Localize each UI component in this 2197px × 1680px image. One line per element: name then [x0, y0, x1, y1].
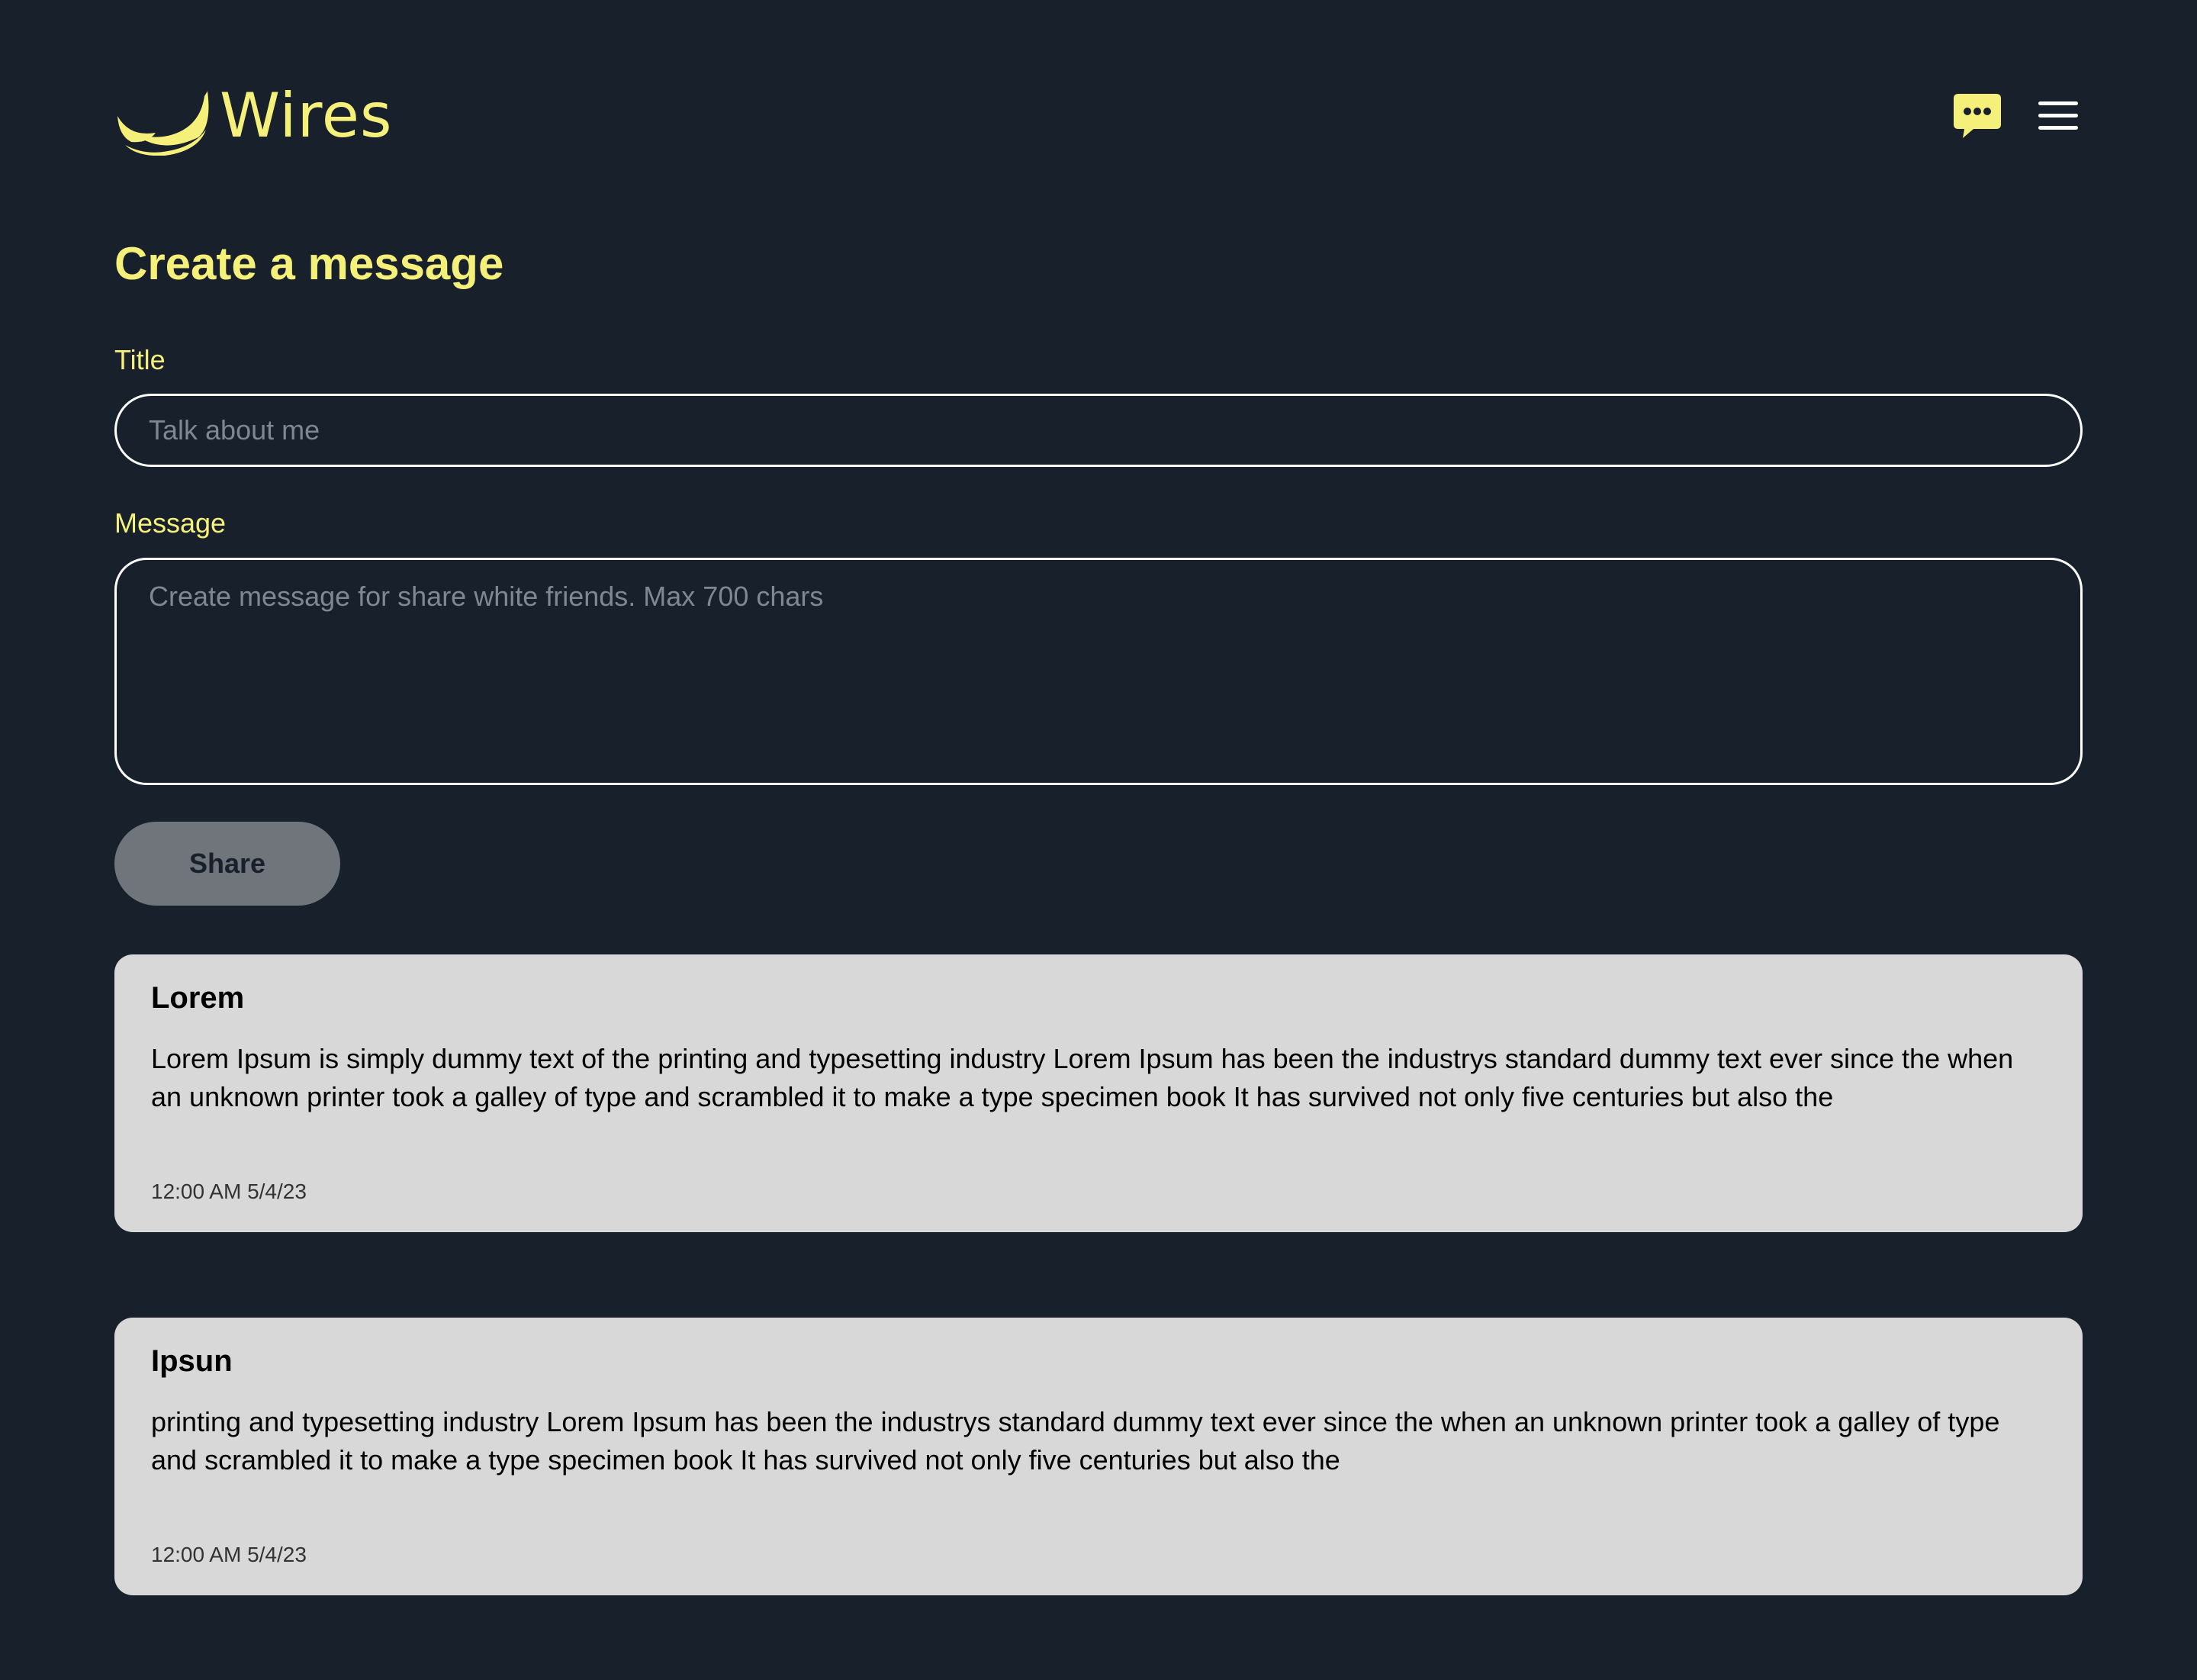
chat-button[interactable]: [1953, 93, 2002, 142]
menu-button[interactable]: [2034, 93, 2083, 142]
hamburger-menu-icon: [2037, 99, 2080, 137]
header-actions: [1953, 93, 2083, 142]
message-label: Message: [114, 507, 227, 539]
smile-arc-icon: [114, 82, 212, 156]
message-textarea[interactable]: [114, 558, 2083, 785]
share-button[interactable]: Share: [114, 822, 340, 906]
logo-text: Wires: [220, 80, 393, 151]
page-title: Create a message: [114, 238, 504, 289]
message-timestamp: 12:00 AM 5/4/23: [151, 1543, 307, 1566]
message-card: Lorem Lorem Ipsum is simply dummy text o…: [114, 954, 2083, 1232]
message-title: Ipsun: [151, 1344, 233, 1378]
logo[interactable]: Wires: [114, 80, 392, 156]
message-card: Ipsun printing and typesetting industry …: [114, 1318, 2083, 1595]
message-body: printing and typesetting industry Lorem …: [151, 1406, 2000, 1476]
app-header: Wires: [114, 80, 2083, 156]
chat-bubble-icon: [1952, 92, 2002, 143]
message-title: Lorem: [151, 981, 245, 1015]
message-timestamp: 12:00 AM 5/4/23: [151, 1180, 307, 1203]
title-input[interactable]: [114, 394, 2083, 467]
message-body: Lorem Ipsum is simply dummy text of the …: [151, 1043, 2014, 1112]
page: Wires Create a message Title Talk about …: [0, 0, 2197, 1680]
title-label: Title: [114, 344, 166, 375]
